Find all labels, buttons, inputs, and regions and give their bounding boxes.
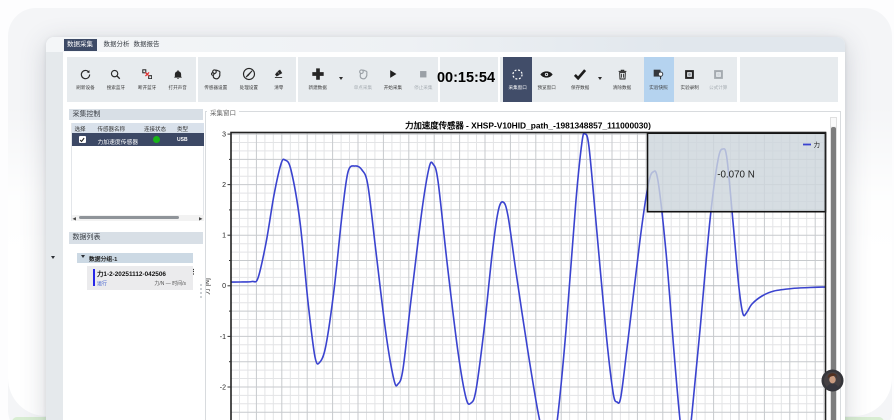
svg-text:2: 2 bbox=[222, 182, 226, 189]
svg-text:0: 0 bbox=[222, 283, 226, 290]
svg-text:-1: -1 bbox=[220, 334, 226, 341]
svg-text:力 [N]: 力 [N] bbox=[206, 278, 211, 295]
svg-text:3: 3 bbox=[222, 132, 226, 139]
svg-text:-0.070 N: -0.070 N bbox=[717, 170, 755, 181]
svg-text:1: 1 bbox=[222, 233, 226, 240]
svg-text:力加速度传感器 - XHSP-V10HID_path_-19: 力加速度传感器 - XHSP-V10HID_path_-1981348857_1… bbox=[405, 120, 651, 130]
svg-text:-2: -2 bbox=[220, 384, 226, 391]
svg-text:力: 力 bbox=[814, 140, 821, 149]
